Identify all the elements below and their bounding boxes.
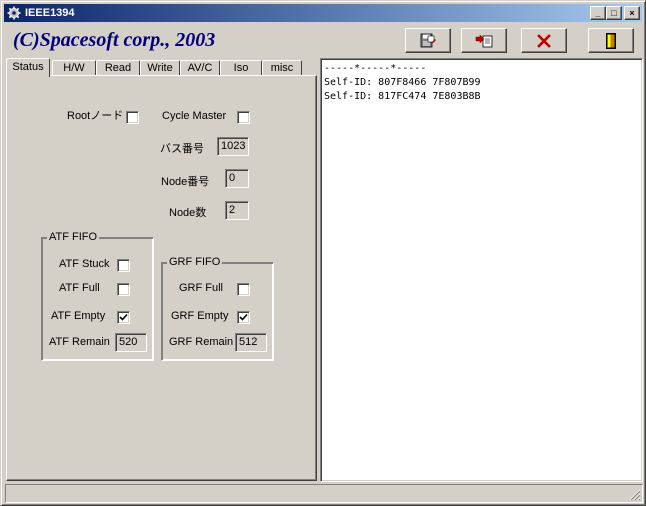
save-log-button[interactable]: [405, 28, 451, 53]
tab-misc[interactable]: misc: [262, 60, 302, 76]
company-heading: (C)Spacesoft corp., 2003: [13, 29, 216, 51]
node-count-label: Node数: [169, 207, 207, 219]
log-line: -----*-----*-----: [324, 63, 427, 74]
root-node-checkbox[interactable]: [126, 111, 139, 124]
close-button[interactable]: ×: [624, 6, 640, 20]
resize-grip-icon[interactable]: [629, 489, 641, 501]
node-count-field: 2: [225, 201, 249, 220]
grf-fifo-title: GRF FIFO: [167, 256, 223, 269]
grf-remain-field: 512: [235, 333, 267, 352]
grf-remain-label: GRF Remain: [169, 336, 234, 348]
tab-strip: Status H/W Read Write AV/C Iso misc: [6, 58, 317, 77]
log-line: Self-ID: 817FC474 7E803B8B: [324, 91, 481, 102]
grf-full-checkbox[interactable]: [237, 283, 250, 296]
tab-write[interactable]: Write: [140, 60, 180, 76]
tab-status[interactable]: Status: [6, 58, 50, 77]
atf-stuck-label: ATF Stuck: [59, 258, 110, 270]
grf-empty-checkbox[interactable]: [237, 311, 250, 324]
cycle-master-label: Cycle Master: [162, 110, 227, 122]
main-window: IEEE1394 _ □ × (C)Spacesoft corp., 2003: [0, 0, 646, 506]
root-node-label: Rootノード: [67, 110, 124, 122]
cycle-master-checkbox[interactable]: [237, 111, 250, 124]
app-gear-icon: [7, 6, 21, 20]
window-title: IEEE1394: [25, 7, 75, 19]
atf-fifo-title: ATF FIFO: [47, 231, 100, 244]
log-output[interactable]: -----*-----*----- Self-ID: 807F8466 7F80…: [320, 58, 643, 482]
tab-avc[interactable]: AV/C: [180, 60, 220, 76]
red-x-icon: [537, 33, 551, 48]
atf-full-label: ATF Full: [59, 282, 100, 294]
tab-hw[interactable]: H/W: [52, 60, 96, 76]
bus-number-label: バス番号: [160, 143, 204, 155]
title-bar[interactable]: IEEE1394 _ □ ×: [4, 4, 642, 22]
atf-stuck-checkbox[interactable]: [117, 259, 130, 272]
floppy-save-icon: [420, 33, 436, 47]
atf-empty-label: ATF Empty: [51, 310, 106, 322]
checkmark-icon: [119, 313, 128, 321]
status-tab-panel: Rootノード Cycle Master バス番号 1023 Node番号 0 …: [6, 75, 317, 481]
tab-read[interactable]: Read: [96, 60, 140, 76]
minimize-button[interactable]: _: [590, 6, 606, 20]
export-button[interactable]: [461, 28, 507, 53]
door-exit-icon: [606, 32, 616, 49]
node-number-field: 0: [225, 169, 249, 188]
atf-remain-field: 520: [115, 333, 147, 352]
clear-button[interactable]: [521, 28, 567, 53]
atf-empty-checkbox[interactable]: [117, 311, 130, 324]
atf-remain-label: ATF Remain: [49, 336, 110, 348]
export-arrow-icon: [475, 33, 493, 47]
node-number-label: Node番号: [161, 176, 210, 188]
checkmark-icon: [239, 313, 248, 321]
grf-full-label: GRF Full: [179, 282, 223, 294]
status-bar: [5, 484, 643, 503]
exit-button[interactable]: [588, 28, 634, 53]
grf-empty-label: GRF Empty: [171, 310, 229, 322]
maximize-button[interactable]: □: [606, 6, 622, 20]
tab-iso[interactable]: Iso: [220, 60, 262, 76]
log-line: Self-ID: 807F8466 7F807B99: [324, 77, 481, 88]
atf-full-checkbox[interactable]: [117, 283, 130, 296]
bus-number-field: 1023: [217, 137, 249, 156]
